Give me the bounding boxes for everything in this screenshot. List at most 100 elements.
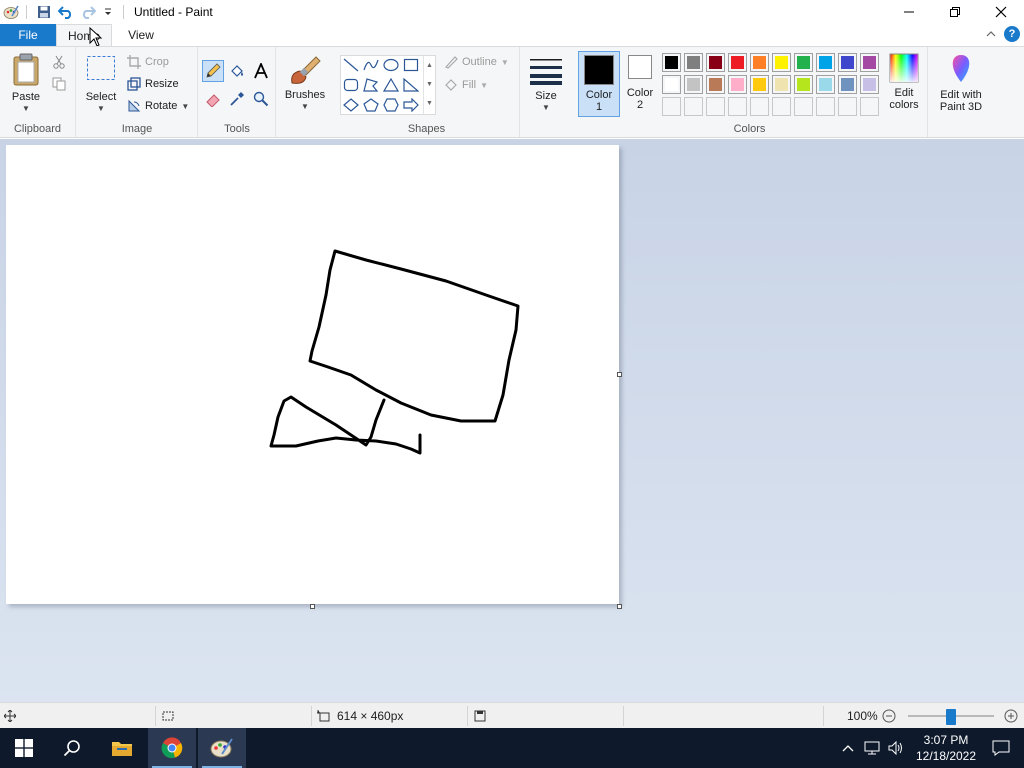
- fill-tool-button[interactable]: [226, 60, 248, 82]
- text-tool-button[interactable]: [250, 60, 272, 82]
- tab-file[interactable]: File: [0, 24, 56, 46]
- color1-button[interactable]: Color 1: [578, 51, 620, 117]
- palette-color-swatch[interactable]: [684, 53, 703, 72]
- pencil-tool-button[interactable]: [202, 60, 224, 82]
- network-icon[interactable]: [864, 741, 880, 755]
- palette-custom-slot[interactable]: [750, 97, 769, 116]
- palette-custom-slot[interactable]: [838, 97, 857, 116]
- size-button[interactable]: Size ▼: [527, 57, 565, 114]
- shape-rounded-rectangle[interactable]: [341, 76, 361, 94]
- resize-button[interactable]: Resize: [127, 75, 179, 93]
- volume-icon[interactable]: [888, 741, 904, 755]
- resize-handle-bottom[interactable]: [310, 604, 315, 609]
- shape-pentagon[interactable]: [361, 96, 381, 114]
- shape-line[interactable]: [341, 56, 361, 74]
- palette-color-swatch[interactable]: [684, 75, 703, 94]
- clipboard-group-label: Clipboard: [13, 123, 62, 135]
- palette-color-swatch[interactable]: [706, 75, 725, 94]
- shapes-gallery-scroll[interactable]: ▲ ▼ ▼: [423, 56, 435, 114]
- palette-custom-slot[interactable]: [728, 97, 747, 116]
- file-explorer-button[interactable]: [98, 728, 146, 768]
- palette-color-swatch[interactable]: [750, 53, 769, 72]
- action-center-icon[interactable]: [992, 740, 1010, 756]
- palette-color-swatch[interactable]: [816, 75, 835, 94]
- search-button[interactable]: [48, 728, 96, 768]
- palette-custom-slot[interactable]: [684, 97, 703, 116]
- resize-handle-right[interactable]: [617, 372, 622, 377]
- swatch-fill: [863, 78, 876, 91]
- copy-icon[interactable]: [52, 77, 66, 91]
- palette-color-swatch[interactable]: [794, 53, 813, 72]
- palette-color-swatch[interactable]: [772, 53, 791, 72]
- select-button[interactable]: Select ▼: [83, 55, 119, 115]
- show-hidden-icons-icon[interactable]: [842, 744, 854, 752]
- shape-oval[interactable]: [381, 56, 401, 74]
- collapse-ribbon-icon[interactable]: [986, 30, 996, 38]
- palette-color-swatch[interactable]: [750, 75, 769, 94]
- color-picker-tool-button[interactable]: [226, 88, 248, 110]
- paste-button[interactable]: Paste ▼: [6, 53, 46, 115]
- palette-custom-slot[interactable]: [860, 97, 879, 116]
- zoom-out-icon[interactable]: [882, 709, 896, 723]
- palette-color-swatch[interactable]: [860, 53, 879, 72]
- shape-right-triangle[interactable]: [401, 76, 421, 94]
- canvas-workspace[interactable]: [0, 139, 1024, 702]
- brushes-button[interactable]: Brushes ▼: [281, 55, 329, 113]
- shape-right-arrow[interactable]: [401, 96, 421, 114]
- taskbar-clock[interactable]: 3:07 PM 12/18/2022: [910, 732, 982, 764]
- eraser-tool-button[interactable]: [202, 88, 224, 110]
- tab-view[interactable]: View: [115, 24, 167, 46]
- resize-handle-corner[interactable]: [617, 604, 622, 609]
- drawing-canvas[interactable]: [6, 145, 619, 604]
- shape-rectangle[interactable]: [401, 56, 421, 74]
- shape-polygon[interactable]: [361, 76, 381, 94]
- title-bar: Untitled - Paint: [0, 0, 1024, 24]
- color2-button[interactable]: Color 2: [622, 55, 658, 111]
- undo-icon[interactable]: [57, 3, 75, 21]
- palette-color-swatch[interactable]: [728, 75, 747, 94]
- palette-custom-slot[interactable]: [794, 97, 813, 116]
- outline-button[interactable]: Outline ▼: [444, 53, 509, 71]
- palette-color-swatch[interactable]: [662, 53, 681, 72]
- restore-button[interactable]: [932, 0, 978, 24]
- save-icon[interactable]: [35, 3, 53, 21]
- customize-quick-access-icon[interactable]: [99, 3, 117, 21]
- palette-custom-slot[interactable]: [772, 97, 791, 116]
- shape-diamond[interactable]: [341, 96, 361, 114]
- magnifier-tool-button[interactable]: [250, 88, 272, 110]
- palette-color-swatch[interactable]: [772, 75, 791, 94]
- shape-curve[interactable]: [361, 56, 381, 74]
- palette-custom-slot[interactable]: [816, 97, 835, 116]
- start-button[interactable]: [0, 728, 48, 768]
- palette-color-swatch[interactable]: [794, 75, 813, 94]
- crop-button[interactable]: Crop: [127, 53, 169, 71]
- palette-color-swatch[interactable]: [662, 75, 681, 94]
- help-icon[interactable]: ?: [1004, 26, 1020, 42]
- tab-home[interactable]: Home: [56, 24, 112, 47]
- edit-colors-button[interactable]: Edit colors: [884, 53, 924, 111]
- palette-color-swatch[interactable]: [816, 53, 835, 72]
- edit-with-paint3d-button[interactable]: Edit with Paint 3D: [931, 53, 991, 113]
- shape-hexagon[interactable]: [381, 96, 401, 114]
- zoom-in-icon[interactable]: [1004, 709, 1018, 723]
- close-button[interactable]: [978, 0, 1024, 24]
- paint-app-icon[interactable]: [2, 3, 20, 21]
- paint-taskbar-button[interactable]: [198, 728, 246, 768]
- zoom-slider-thumb[interactable]: [946, 709, 956, 725]
- palette-custom-slot[interactable]: [706, 97, 725, 116]
- rotate-button[interactable]: Rotate ▼: [127, 97, 189, 115]
- restore-icon: [950, 7, 960, 17]
- palette-custom-slot[interactable]: [662, 97, 681, 116]
- palette-color-swatch[interactable]: [728, 53, 747, 72]
- shape-triangle[interactable]: [381, 76, 401, 94]
- redo-icon[interactable]: [79, 3, 97, 21]
- status-separator-1: [155, 706, 156, 726]
- palette-color-swatch[interactable]: [838, 53, 857, 72]
- chrome-button[interactable]: [148, 728, 196, 768]
- palette-color-swatch[interactable]: [860, 75, 879, 94]
- palette-color-swatch[interactable]: [838, 75, 857, 94]
- fill-button[interactable]: Fill ▼: [444, 76, 488, 94]
- minimize-button[interactable]: [886, 0, 932, 24]
- palette-color-swatch[interactable]: [706, 53, 725, 72]
- cut-icon[interactable]: [52, 55, 66, 69]
